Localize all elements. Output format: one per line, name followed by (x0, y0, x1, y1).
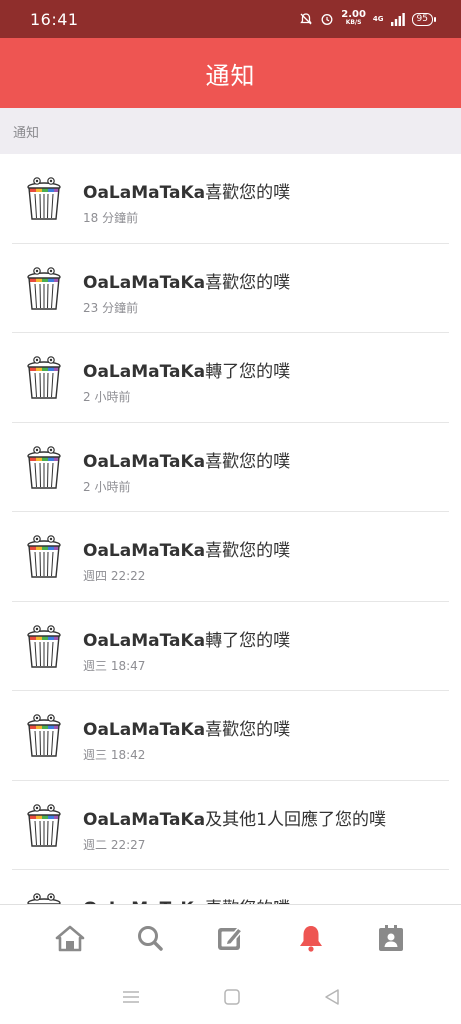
timestamp: 18 分鐘前 (83, 211, 139, 225)
notification-action: 喜歡您的噗 (205, 183, 291, 203)
page-title: 通知 (205, 61, 256, 90)
notification-message: OaLaMaTaKa及其他1人回應了您的噗 (83, 805, 386, 830)
username[interactable]: OaLaMaTaKa (83, 362, 205, 382)
status-bar: 16:41 2.00 KB/S 4G 95 (0, 0, 461, 38)
notification-item[interactable]: OaLaMaTaKa喜歡您的噗 18 分鐘前 (0, 154, 461, 244)
notification-text: OaLaMaTaKa喜歡您的噗 週四 22:22 (83, 536, 290, 584)
tab-home[interactable] (48, 916, 92, 960)
notification-action: 喜歡您的噗 (205, 720, 291, 740)
search-icon (138, 925, 164, 951)
profile-card-icon (378, 924, 403, 951)
username[interactable]: OaLaMaTaKa (83, 541, 205, 561)
notification-item[interactable]: OaLaMaTaKa喜歡您的噗 週四 22:22 (0, 512, 461, 602)
timestamp: 2 小時前 (83, 390, 131, 404)
section-header: 通知 (0, 108, 461, 154)
notification-message: OaLaMaTaKa喜歡您的噗 (83, 536, 290, 561)
notification-text: OaLaMaTaKa及其他1人回應了您的噗 週二 22:27 (83, 805, 386, 853)
notification-text: OaLaMaTaKa喜歡您的噗 2 小時前 (83, 447, 290, 495)
notification-message: OaLaMaTaKa轉了您的噗 (83, 357, 290, 382)
back-icon[interactable] (323, 988, 341, 1006)
notification-item[interactable]: OaLaMaTaKa轉了您的噗 2 小時前 (0, 333, 461, 423)
notification-message: OaLaMaTaKa喜歡您的噗 (83, 894, 290, 904)
net-speed: 2.00 KB/S (341, 9, 366, 27)
notification-item[interactable]: OaLaMaTaKa及其他1人回應了您的噗 週二 22:27 (0, 781, 461, 871)
avatar[interactable] (24, 534, 64, 580)
status-icons: 2.00 KB/S 4G 95 (299, 9, 437, 27)
section-label: 通知 (13, 125, 40, 141)
notification-action: 喜歡您的噗 (205, 541, 291, 561)
notification-text: OaLaMaTaKa喜歡您的噗 23 分鐘前 (83, 268, 290, 316)
notification-text: OaLaMaTaKa喜歡您的噗 週三 18:42 (83, 715, 290, 763)
system-nav-bar (0, 970, 461, 1024)
battery-indicator: 95 (411, 12, 437, 26)
notification-text: OaLaMaTaKa轉了您的噗 2 小時前 (83, 357, 290, 405)
username[interactable]: OaLaMaTaKa (83, 452, 205, 472)
timestamp: 週二 22:27 (83, 837, 146, 852)
home-square-icon[interactable] (223, 988, 241, 1006)
timestamp: 週三 18:42 (83, 748, 146, 762)
notification-message: OaLaMaTaKa喜歡您的噗 (83, 715, 290, 740)
timestamp: 23 分鐘前 (83, 300, 139, 315)
tab-search[interactable] (128, 916, 172, 960)
avatar[interactable] (24, 355, 64, 401)
username[interactable]: OaLaMaTaKa (83, 810, 205, 830)
notification-item[interactable]: OaLaMaTaKa喜歡您的噗 23 分鐘前 (0, 244, 461, 334)
notification-action: 轉了您的噗 (205, 630, 291, 651)
tab-profile[interactable] (369, 916, 413, 960)
menu-icon[interactable] (121, 989, 141, 1005)
timestamp: 週四 22:22 (83, 569, 146, 583)
home-icon (55, 925, 85, 951)
bottom-tab-bar (0, 904, 461, 970)
notification-list: OaLaMaTaKa喜歡您的噗 18 分鐘前 OaLaMaTaKa喜歡您的噗 2… (0, 154, 461, 904)
notification-item[interactable]: OaLaMaTaKa喜歡您的噗 2 小時前 (0, 423, 461, 513)
notification-message: OaLaMaTaKa轉了您的噗 (83, 626, 290, 651)
avatar[interactable] (24, 624, 64, 670)
notification-text: OaLaMaTaKa喜歡您的噗 18 分鐘前 (83, 178, 290, 226)
notification-action: 喜歡您的噗 (205, 272, 291, 293)
clock: 16:41 (30, 9, 79, 29)
notification-message: OaLaMaTaKa喜歡您的噗 (83, 178, 290, 203)
notification-message: OaLaMaTaKa喜歡您的噗 (83, 447, 290, 472)
app-header: 通知 (0, 38, 461, 108)
avatar[interactable] (24, 892, 64, 904)
notification-action: 及其他1人回應了您的噗 (205, 809, 386, 830)
bell-muted-icon (300, 13, 312, 25)
timestamp: 2 小時前 (83, 479, 131, 494)
username[interactable]: OaLaMaTaKa (83, 273, 205, 293)
avatar[interactable] (24, 445, 64, 491)
username[interactable]: OaLaMaTaKa (83, 183, 205, 203)
notification-action: 喜歡您的噗 (205, 451, 291, 472)
notification-action: 轉了您的噗 (205, 362, 291, 382)
timestamp: 週三 18:47 (83, 658, 146, 673)
username[interactable]: OaLaMaTaKa (83, 720, 205, 740)
notification-text: OaLaMaTaKa轉了您的噗 週三 18:47 (83, 626, 290, 674)
network-type: 4G (372, 14, 384, 23)
bell-icon (299, 925, 322, 952)
tab-notifications[interactable] (289, 916, 333, 960)
notification-message: OaLaMaTaKa喜歡您的噗 (83, 268, 290, 293)
notification-item[interactable]: OaLaMaTaKa轉了您的噗 週三 18:47 (0, 602, 461, 692)
tab-compose[interactable] (208, 916, 252, 960)
alarm-icon (321, 14, 333, 25)
signal-icon (390, 12, 405, 26)
avatar[interactable] (24, 266, 64, 312)
avatar[interactable] (24, 713, 64, 759)
notification-item[interactable]: OaLaMaTaKa喜歡您的噗 週三 18:42 (0, 691, 461, 781)
notification-text: OaLaMaTaKa喜歡您的噗 (83, 894, 290, 904)
notification-item[interactable]: OaLaMaTaKa喜歡您的噗 (0, 870, 461, 904)
avatar[interactable] (24, 176, 64, 222)
compose-icon (218, 926, 244, 950)
username[interactable]: OaLaMaTaKa (83, 631, 205, 651)
avatar[interactable] (24, 803, 64, 849)
